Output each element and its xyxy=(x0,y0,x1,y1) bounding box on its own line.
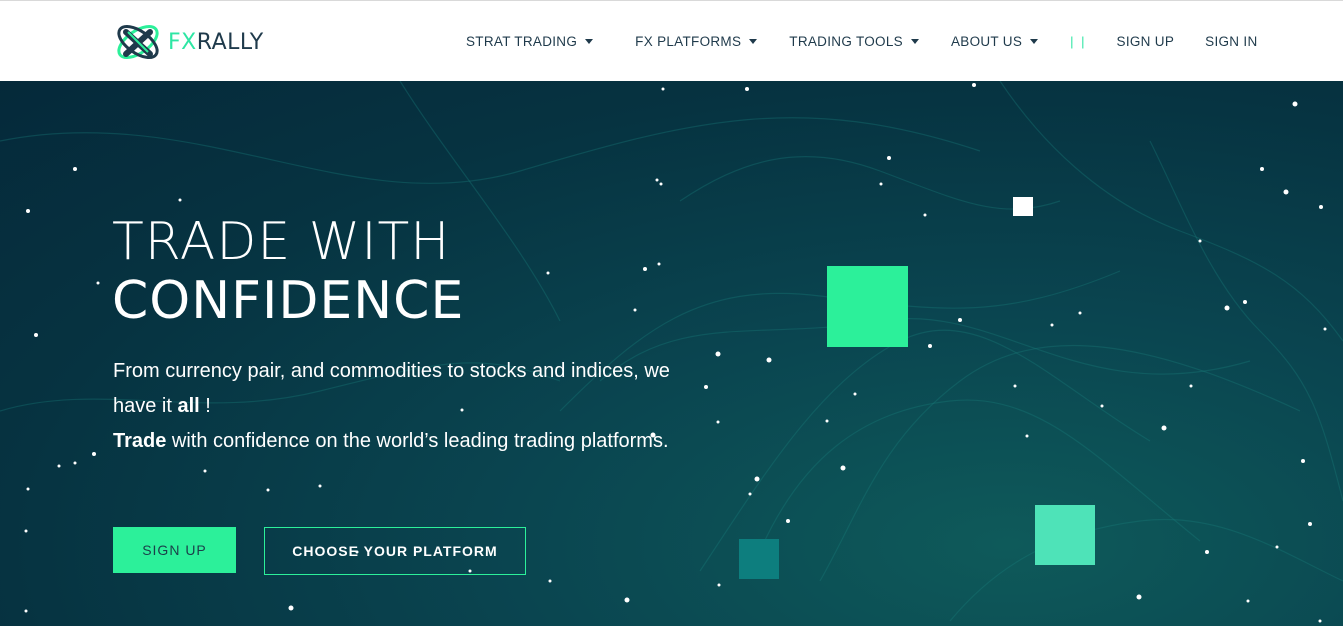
nav-strat-trading[interactable]: STRAT TRADING xyxy=(466,34,594,49)
hero-title: TRADE WITH CONFIDENCE xyxy=(112,213,464,331)
nav-sign-in[interactable]: SIGN IN xyxy=(1205,34,1257,49)
hero-title-line1: TRADE WITH xyxy=(112,212,451,272)
choose-platform-button[interactable]: CHOOSE YOUR PLATFORM xyxy=(264,527,526,575)
site-header: FX RALLY STRAT TRADING FX PLATFORMS TRAD… xyxy=(0,0,1343,81)
nav-label: ABOUT US xyxy=(950,34,1023,49)
nav-sign-up[interactable]: SIGN UP xyxy=(1117,34,1175,49)
nav-label: FX PLATFORMS xyxy=(635,34,742,49)
text-bold: all xyxy=(177,395,200,417)
chevron-down-icon xyxy=(910,39,919,44)
nav-fx-platforms[interactable]: FX PLATFORMS xyxy=(635,34,758,49)
logo[interactable]: FX RALLY xyxy=(114,20,264,64)
text-bold: Trade xyxy=(113,430,167,452)
hero-paragraph-1: From currency pair, and commodities to s… xyxy=(113,354,673,424)
hero-sign-up-button[interactable]: SIGN UP xyxy=(113,527,236,573)
logo-icon xyxy=(114,20,164,64)
text: ! xyxy=(199,395,211,417)
nav-trading-tools[interactable]: TRADING TOOLS xyxy=(789,34,919,49)
chevron-down-icon xyxy=(585,39,594,44)
hero-description: From currency pair, and commodities to s… xyxy=(113,354,673,459)
nav-label: TRADING TOOLS xyxy=(789,34,903,49)
hero-section: TRADE WITH CONFIDENCE From currency pair… xyxy=(0,81,1343,626)
nav-separator: | | xyxy=(1070,34,1087,49)
main-nav: STRAT TRADING FX PLATFORMS TRADING TOOLS… xyxy=(466,1,1258,82)
chevron-down-icon xyxy=(1030,39,1039,44)
nav-about-us[interactable]: ABOUT US xyxy=(950,34,1039,49)
text: with confidence on the world’s leading t… xyxy=(166,430,669,452)
hero-title-line2: CONFIDENCE xyxy=(112,271,465,331)
nav-label: STRAT TRADING xyxy=(466,34,578,49)
logo-text-fx: FX xyxy=(168,29,197,55)
hero-paragraph-2: Trade with confidence on the world’s lea… xyxy=(113,424,673,459)
logo-text-rally: RALLY xyxy=(196,29,264,55)
chevron-down-icon xyxy=(749,39,758,44)
